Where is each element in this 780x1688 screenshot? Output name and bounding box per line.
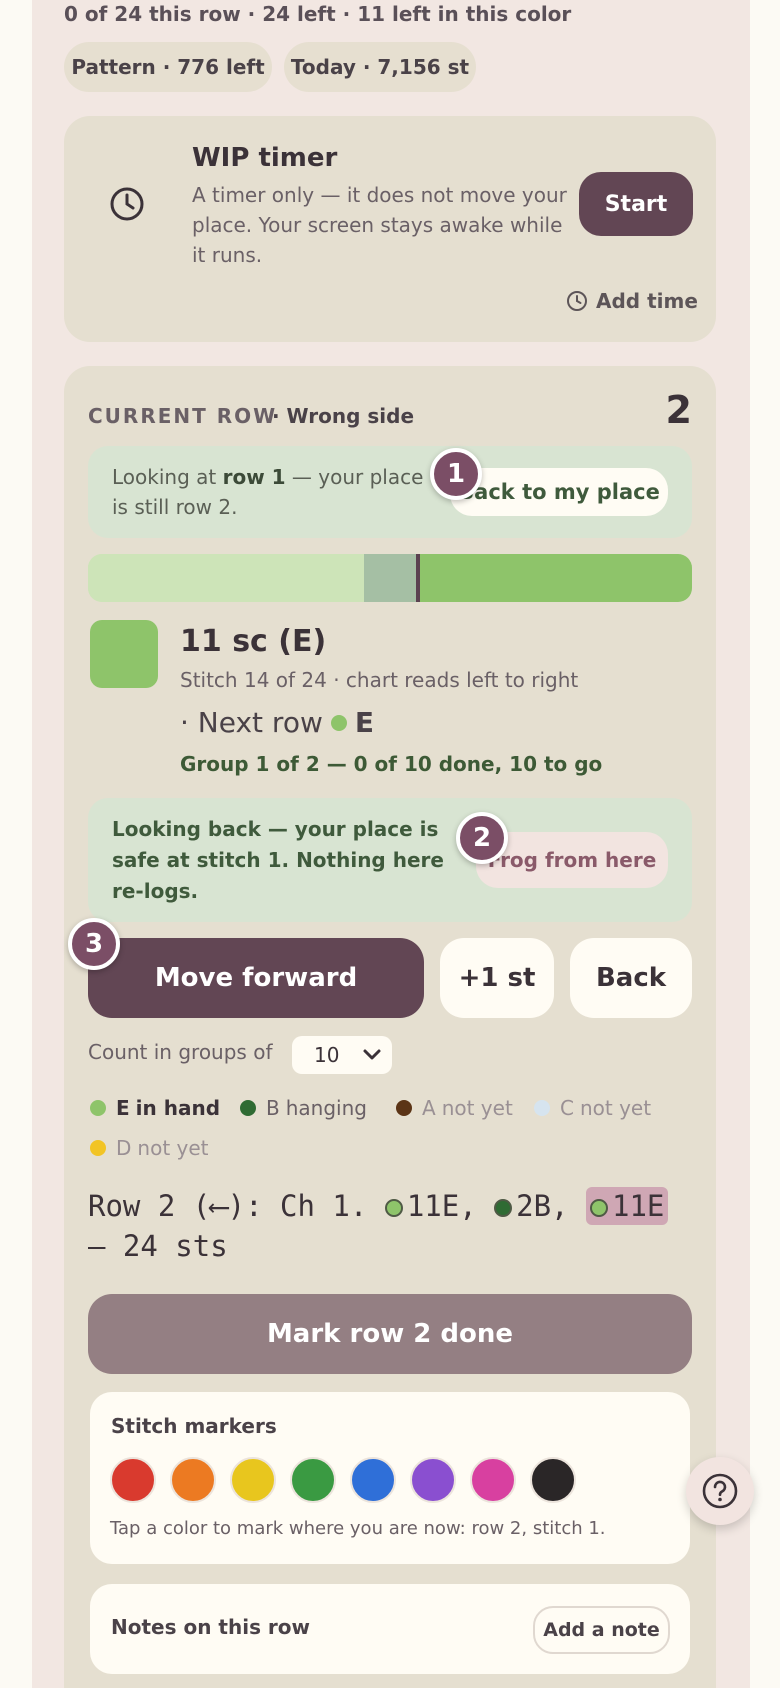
legend-item-d: D not yet (90, 1136, 209, 1160)
viewing-row-text: Looking at row 1 — your place is still r… (112, 465, 424, 519)
row-notes-title: Notes on this row (111, 1615, 311, 1639)
color-dot-icon (494, 1199, 513, 1217)
current-row-number: 2 (665, 388, 692, 432)
add-note-button[interactable]: Add a note (533, 1606, 670, 1654)
color-dot-icon (90, 1100, 106, 1116)
clock-icon (567, 291, 587, 311)
legend-key: E (116, 1096, 130, 1120)
legend-text: not yet (137, 1136, 209, 1160)
color-dot-icon (384, 1199, 403, 1217)
pattern-total: — 24 sts (88, 1229, 228, 1263)
back-button[interactable]: Back (570, 938, 692, 1018)
wip-timer-description: A timer only — it does not move your pla… (192, 183, 567, 267)
group-progress: Group 1 of 2 — 0 of 10 done, 10 to go (180, 752, 603, 776)
group-size-label: Count in groups of (88, 1040, 273, 1064)
legend-key: D (116, 1136, 132, 1160)
help-icon (702, 1473, 738, 1509)
color-dot-icon (240, 1100, 256, 1116)
pattern-prefix: Row 2 (⟵): Ch 1. (88, 1189, 368, 1223)
legend-key: B (266, 1096, 280, 1120)
stitch-markers-hint: Tap a color to mark where you are now: r… (110, 1518, 606, 1539)
pattern-segment: 11E, (406, 1189, 477, 1223)
next-row-label: · Next row (180, 706, 323, 739)
clock-icon (110, 187, 144, 221)
step-badge-1: 1 (430, 448, 482, 500)
pattern-segment: 2B, (516, 1189, 569, 1223)
marker-blue[interactable] (350, 1457, 396, 1503)
current-stitch-subtitle: Stitch 14 of 24 · chart reads left to ri… (180, 668, 579, 692)
legend-item-c: C not yet (534, 1096, 651, 1120)
pattern-segment: 11E (612, 1189, 665, 1223)
legend-item-b: B hanging (240, 1096, 367, 1120)
mark-row-done-button[interactable]: Mark row 2 done (88, 1294, 692, 1374)
stitch-markers-title: Stitch markers (111, 1414, 277, 1438)
add-time-label: Add time (596, 289, 698, 313)
bar-segment-current (364, 554, 416, 602)
group-size-select[interactable]: 10 (292, 1036, 392, 1074)
marker-green[interactable] (290, 1457, 336, 1503)
marker-purple[interactable] (410, 1457, 456, 1503)
row-pattern-text: Row 2 (⟵): Ch 1. 11E, 2B, 11E — 24 sts (88, 1186, 698, 1266)
legend-item-e: E in hand (90, 1096, 220, 1120)
current-stitch-title: 11 sc (E) (180, 624, 327, 659)
bar-segment-remaining (420, 554, 692, 602)
legend-key: C (560, 1096, 574, 1120)
legend-item-a: A not yet (396, 1096, 513, 1120)
legend-text: not yet (579, 1096, 652, 1120)
step-badge-2: 2 (456, 812, 508, 864)
color-dot-icon (330, 714, 347, 731)
marker-black[interactable] (530, 1457, 576, 1503)
pattern-remaining-pill: Pattern · 776 left (64, 42, 272, 92)
marker-pink[interactable] (470, 1457, 516, 1503)
legend-text: in hand (135, 1096, 221, 1120)
bar-segment-done (88, 554, 364, 602)
legend-text: hanging (285, 1096, 367, 1120)
back-to-my-place-button[interactable]: Back to my place (450, 468, 668, 516)
marker-orange[interactable] (170, 1457, 216, 1503)
start-timer-button[interactable]: Start (579, 172, 693, 236)
marker-yellow[interactable] (230, 1457, 276, 1503)
current-row-label: CURRENT ROW (88, 404, 278, 428)
color-dot-icon (590, 1199, 608, 1217)
pattern-current-segment: 11E (586, 1187, 669, 1225)
chevron-down-icon (363, 1049, 381, 1060)
color-dot-icon (396, 1100, 412, 1116)
color-dot-icon (90, 1140, 106, 1156)
next-row-indicator: · Next row E (180, 706, 374, 739)
add-time-button[interactable]: Add time (566, 286, 698, 316)
help-button[interactable] (686, 1457, 754, 1525)
step-badge-3: 3 (68, 918, 120, 970)
legend-key: A (422, 1096, 436, 1120)
wip-timer-title: WIP timer (192, 143, 338, 173)
color-dot-icon (534, 1100, 550, 1116)
marker-red[interactable] (110, 1457, 156, 1503)
today-stitches-pill: Today · 7,156 st (284, 42, 476, 92)
yarn-color-swatch (90, 620, 158, 688)
plus-one-stitch-button[interactable]: +1 st (440, 938, 554, 1018)
row-side-label: · Wrong side (272, 404, 415, 428)
legend-text: not yet (441, 1096, 513, 1120)
row-progress-bar[interactable] (88, 554, 692, 602)
move-forward-button[interactable]: Move forward (88, 938, 424, 1018)
group-size-value: 10 (314, 1043, 340, 1067)
looking-back-text: Looking back — your place is safe at sti… (112, 817, 444, 903)
row-progress-summary: 0 of 24 this row · 24 left · 11 left in … (64, 2, 572, 26)
next-row-color: E (354, 706, 374, 739)
